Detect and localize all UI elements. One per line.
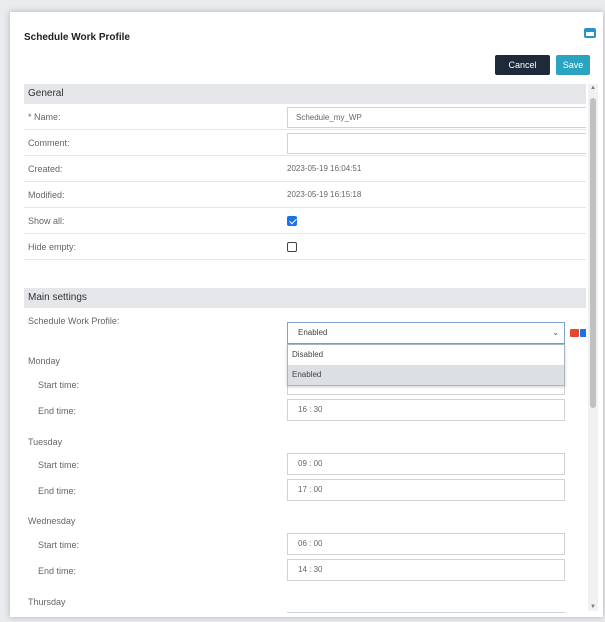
- comment-label: Comment:: [28, 138, 70, 148]
- scroll-up-icon[interactable]: ▲: [588, 85, 598, 91]
- name-input[interactable]: Schedule_my_WP: [287, 107, 586, 128]
- modified-label: Modified:: [28, 190, 65, 200]
- schedule-work-profile-select[interactable]: Enabled ⌄: [287, 322, 565, 344]
- edit-icon[interactable]: [580, 329, 586, 337]
- scroll-down-icon[interactable]: ▼: [588, 604, 598, 610]
- show-all-label: Show all:: [28, 216, 65, 226]
- tuesday-end-input[interactable]: 17 : 00: [287, 479, 565, 501]
- schedule-work-profile-dialog: Schedule Work Profile Cancel Save Genera…: [10, 12, 603, 617]
- maximize-window-icon[interactable]: [584, 28, 596, 38]
- wednesday-start-input[interactable]: 06 : 00: [287, 533, 565, 555]
- show-all-row: Show all:: [24, 208, 586, 234]
- schedule-work-profile-label: Schedule Work Profile:: [28, 316, 120, 326]
- monday-end-input[interactable]: 16 : 30: [287, 399, 565, 421]
- modified-value: 2023-05-19 16:15:18: [287, 190, 362, 199]
- day-label-tuesday: Tuesday: [28, 437, 63, 447]
- created-row: Created: 2023-05-19 16:04:51: [24, 156, 586, 182]
- select-value: Enabled: [298, 328, 328, 337]
- dialog-title: Schedule Work Profile: [24, 32, 130, 43]
- scrollbar-thumb[interactable]: [590, 98, 596, 408]
- hide-empty-row: Hide empty:: [24, 234, 586, 260]
- wednesday-end-input[interactable]: 14 : 30: [287, 559, 565, 581]
- created-value: 2023-05-19 16:04:51: [287, 164, 362, 173]
- section-general-header: General: [24, 84, 586, 104]
- monday-start-label: Start time:: [38, 380, 80, 390]
- created-label: Created:: [28, 164, 63, 174]
- tuesday-start-input[interactable]: 09 : 00: [287, 453, 565, 475]
- section-main-settings-header: Main settings: [24, 288, 586, 308]
- option-enabled[interactable]: Enabled: [288, 365, 564, 385]
- name-label: * Name:: [28, 112, 61, 122]
- day-label-wednesday: Wednesday: [28, 516, 76, 526]
- chevron-down-icon: ⌄: [552, 328, 559, 337]
- comment-input[interactable]: [287, 133, 586, 154]
- day-label-monday: Monday: [28, 356, 61, 366]
- option-disabled[interactable]: Disabled: [288, 345, 564, 365]
- hide-empty-checkbox[interactable]: [287, 242, 297, 252]
- vertical-scrollbar[interactable]: ▲ ▼: [588, 84, 598, 611]
- thursday-start-input[interactable]: [287, 612, 565, 613]
- modified-row: Modified: 2023-05-19 16:15:18: [24, 182, 586, 208]
- monday-end-label: End time:: [38, 406, 77, 416]
- tuesday-end-label: End time:: [38, 486, 77, 496]
- name-row: * Name: Schedule_my_WP: [24, 104, 586, 130]
- schedule-work-profile-options: Disabled Enabled: [287, 344, 565, 386]
- day-label-thursday: Thursday: [28, 597, 66, 607]
- save-button[interactable]: Save: [556, 55, 590, 75]
- tuesday-start-label: Start time:: [38, 460, 80, 470]
- delete-icon[interactable]: [570, 329, 579, 337]
- wednesday-start-label: Start time:: [38, 540, 80, 550]
- hide-empty-label: Hide empty:: [28, 242, 77, 252]
- form-content: General * Name: Schedule_my_WP Comment: …: [24, 82, 586, 613]
- wednesday-end-label: End time:: [38, 566, 77, 576]
- cancel-button[interactable]: Cancel: [495, 55, 550, 75]
- comment-row: Comment:: [24, 130, 586, 156]
- show-all-checkbox[interactable]: [287, 216, 297, 226]
